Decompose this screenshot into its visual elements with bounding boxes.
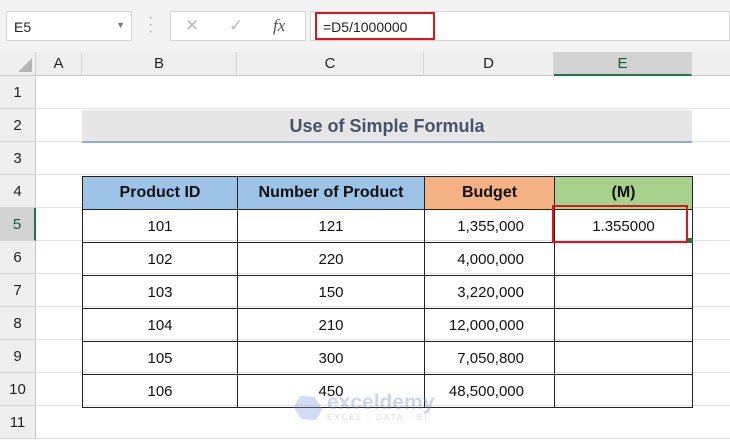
column-header-f[interactable] <box>692 52 730 76</box>
cell-budget[interactable]: 1,355,000 <box>424 209 555 243</box>
header-product-id[interactable]: Product ID <box>82 176 238 210</box>
cell-number-of-product[interactable]: 150 <box>237 275 425 309</box>
cell-product-id[interactable]: 104 <box>82 308 238 342</box>
active-cell-highlight <box>552 205 688 243</box>
name-box-value: E5 <box>14 19 32 35</box>
row-header-11[interactable]: 11 <box>0 406 36 439</box>
cell-product-id[interactable]: 102 <box>82 242 238 276</box>
cell-number-of-product[interactable]: 121 <box>237 209 425 243</box>
drag-handle-icon[interactable]: · · · <box>148 10 154 40</box>
cell-product-id[interactable]: 103 <box>82 275 238 309</box>
row-header-7[interactable]: 7 <box>0 274 36 307</box>
row-header-8[interactable]: 8 <box>0 307 36 340</box>
cell-product-id[interactable]: 105 <box>82 341 238 375</box>
cell-product-id[interactable]: 101 <box>82 209 238 243</box>
column-header-e[interactable]: E <box>554 52 692 76</box>
name-box[interactable]: E5 ▼ <box>6 11 132 41</box>
column-header-a[interactable]: A <box>36 52 82 76</box>
column-header-d[interactable]: D <box>424 52 554 76</box>
formula-input[interactable]: =D5/1000000 <box>310 11 730 41</box>
exceldemy-logo-icon <box>290 390 326 426</box>
table-row: 105 300 7,050,800 <box>82 341 693 375</box>
row-header-3[interactable]: 3 <box>0 142 36 175</box>
cell-budget[interactable]: 7,050,800 <box>424 341 555 375</box>
cell-m[interactable] <box>554 308 693 342</box>
cell-budget[interactable]: 12,000,000 <box>424 308 555 342</box>
cell-m[interactable] <box>554 374 693 408</box>
sheet-title: Use of Simple Formula <box>82 110 692 143</box>
table-row: 104 210 12,000,000 <box>82 308 693 342</box>
cell-m[interactable] <box>554 275 693 309</box>
row-header-10[interactable]: 10 <box>0 373 36 406</box>
table-row: 103 150 3,220,000 <box>82 275 693 309</box>
table-row: 102 220 4,000,000 <box>82 242 693 276</box>
formula-toolbar: E5 ▼ · · · ✕ ✓ fx =D5/1000000 <box>0 0 730 52</box>
cell-product-id[interactable]: 106 <box>82 374 238 408</box>
exceldemy-watermark: exceldemy EXCEL · DATA · BI <box>295 393 434 422</box>
header-budget[interactable]: Budget <box>424 176 555 210</box>
cell-number-of-product[interactable]: 220 <box>237 242 425 276</box>
row-header-9[interactable]: 9 <box>0 340 36 373</box>
insert-function-icon[interactable]: fx <box>273 16 285 36</box>
header-number-of-product[interactable]: Number of Product <box>237 176 425 210</box>
fill-handle[interactable] <box>688 238 693 243</box>
column-header-c[interactable]: C <box>237 52 424 76</box>
row-header-2[interactable]: 2 <box>0 109 36 142</box>
row-header-4[interactable]: 4 <box>0 175 36 208</box>
cell-m[interactable] <box>554 341 693 375</box>
cell-number-of-product[interactable]: 210 <box>237 308 425 342</box>
cell-budget[interactable]: 48,500,000 <box>424 374 555 408</box>
row-header-6[interactable]: 6 <box>0 241 36 274</box>
formula-buttons: ✕ ✓ fx <box>170 11 306 41</box>
select-all-button[interactable] <box>0 52 36 76</box>
cell-m[interactable] <box>554 242 693 276</box>
enter-icon[interactable]: ✓ <box>229 16 243 36</box>
formula-value: =D5/1000000 <box>315 12 435 40</box>
cell-number-of-product[interactable]: 300 <box>237 341 425 375</box>
column-header-b[interactable]: B <box>82 52 237 76</box>
cell-budget[interactable]: 4,000,000 <box>424 242 555 276</box>
chevron-down-icon[interactable]: ▼ <box>116 20 125 30</box>
cell-budget[interactable]: 3,220,000 <box>424 275 555 309</box>
row-header-5[interactable]: 5 <box>0 208 36 241</box>
cancel-icon[interactable]: ✕ <box>185 16 199 36</box>
row-header-1[interactable]: 1 <box>0 76 36 109</box>
